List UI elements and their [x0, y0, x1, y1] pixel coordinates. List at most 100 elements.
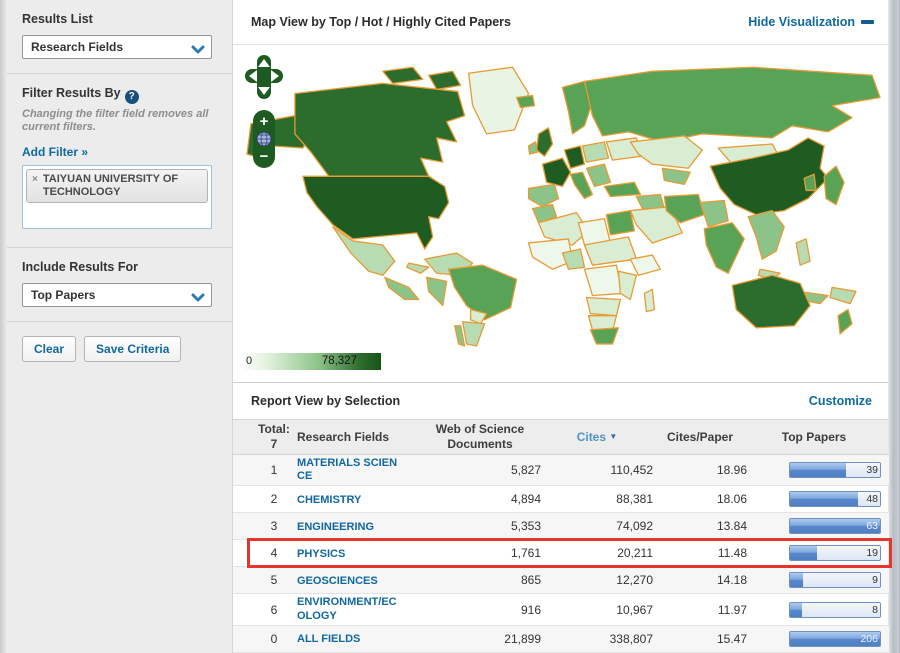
filter-note: Changing the filter field removes all cu…	[22, 107, 209, 134]
map-controls: + −	[245, 55, 285, 173]
row-top-papers-bar: 8	[789, 601, 881, 618]
row-cites-per-paper: 11.48	[717, 546, 747, 561]
row-rank: 4	[270, 546, 278, 561]
report-title: Report View by Selection	[251, 394, 401, 408]
table-header-row: Total: 7 Research Fields Web of Science …	[233, 419, 889, 455]
sidebar-edge	[0, 0, 7, 653]
table-row: 3 ENGINEERING 5,353 74,092 13.84 63	[233, 513, 889, 541]
save-criteria-button[interactable]: Save Criteria	[84, 336, 182, 362]
legend-min-label: 0	[246, 355, 253, 367]
row-docs: 4,894	[510, 492, 541, 507]
col-header-total: Total: 7	[258, 422, 290, 451]
row-field-link[interactable]: GEOSCIENCES	[297, 575, 378, 588]
row-cites: 338,807	[609, 631, 653, 646]
map-header: Map View by Top / Hot / Highly Cited Pap…	[233, 0, 888, 45]
row-top-papers-value: 8	[872, 603, 878, 616]
row-cites-per-paper: 18.96	[716, 463, 747, 478]
clear-button[interactable]: Clear	[22, 336, 77, 362]
zoom-control[interactable]: + −	[253, 110, 275, 168]
customize-link[interactable]: Customize	[809, 394, 872, 408]
zoom-in-icon: +	[260, 113, 269, 130]
row-top-papers-bar: 63	[789, 518, 881, 535]
table-row: 2 CHEMISTRY 4,894 88,381 18.06 48	[233, 486, 889, 514]
row-docs: 21,899	[504, 631, 541, 646]
row-field-link[interactable]: ALL FIELDS	[297, 633, 360, 646]
zoom-out-icon: −	[260, 148, 269, 165]
minus-icon	[861, 20, 874, 24]
row-top-papers-value: 206	[860, 632, 878, 645]
row-top-papers-value: 39	[866, 464, 878, 477]
row-top-papers-bar: 9	[789, 572, 881, 589]
help-icon[interactable]: ?	[124, 89, 139, 104]
add-filter-link[interactable]: Add Filter »	[22, 145, 88, 159]
col-header-cites-per-paper: Cites/Paper	[666, 430, 734, 444]
app-window: Results List Research Fields Filter Resu…	[0, 0, 900, 653]
map-legend: 0 78,327	[233, 348, 888, 382]
row-docs: 916	[520, 602, 541, 617]
results-list-dropdown[interactable]: Research Fields	[22, 35, 212, 59]
legend-gradient-bar: 0 78,327	[243, 353, 381, 370]
row-cites-per-paper: 13.84	[716, 519, 747, 534]
filter-tag[interactable]: × TAIYUAN UNIVERSITY OF TECHNOLOGY	[26, 169, 208, 204]
row-cites: 74,092	[616, 519, 653, 534]
results-list-heading: Results List	[22, 12, 93, 26]
include-results-dropdown[interactable]: Top Papers	[22, 283, 212, 307]
row-docs: 5,827	[510, 463, 541, 478]
row-rank: 5	[270, 573, 278, 588]
filter-box: × TAIYUAN UNIVERSITY OF TECHNOLOGY	[22, 165, 212, 229]
filter-tag-label: TAIYUAN UNIVERSITY OF TECHNOLOGY	[42, 173, 179, 199]
include-results-section: Include Results For Top Papers	[0, 248, 232, 322]
col-header-cites-sort[interactable]: Cites ▼	[541, 430, 653, 444]
row-rank: 1	[270, 463, 278, 478]
row-field-link[interactable]: PHYSICS	[297, 548, 345, 561]
row-cites-per-paper: 11.97	[717, 602, 747, 617]
report-table: Total: 7 Research Fields Web of Science …	[233, 419, 892, 653]
include-results-dropdown-value: Top Papers	[31, 288, 96, 302]
row-docs: 1,761	[510, 546, 541, 561]
table-row: 0 ALL FIELDS 21,899 338,807 15.47 206	[233, 625, 889, 653]
row-docs: 865	[520, 573, 541, 588]
row-field-link[interactable]: ENVIRONMENT/ECOLOGY	[297, 596, 399, 622]
row-top-papers-bar-fill	[790, 573, 803, 588]
results-list-dropdown-value: Research Fields	[31, 40, 124, 54]
chevron-down-icon	[191, 290, 205, 302]
table-body: 1 MATERIALS SCIENCE 5,827 110,452 18.96 …	[233, 455, 892, 653]
row-top-papers-bar: 206	[789, 630, 881, 647]
row-cites: 20,211	[617, 546, 653, 561]
table-row: 5 GEOSCIENCES 865 12,270 14.18 9	[233, 567, 889, 595]
row-top-papers-bar: 39	[789, 462, 881, 479]
choropleth-map-svg[interactable]	[233, 45, 888, 348]
row-top-papers-bar-fill	[790, 602, 802, 617]
row-field-link[interactable]: MATERIALS SCIENCE	[297, 457, 399, 483]
sidebar-actions: Clear Save Criteria	[0, 322, 232, 362]
include-results-heading: Include Results For	[22, 260, 138, 274]
row-top-papers-bar: 48	[789, 491, 881, 508]
row-top-papers-bar: 19	[789, 545, 881, 562]
row-field-link[interactable]: CHEMISTRY	[297, 494, 361, 507]
hide-visualization-label: Hide Visualization	[748, 15, 855, 29]
col-header-research-fields: Research Fields	[297, 430, 390, 444]
sort-descending-icon: ▼	[609, 432, 618, 441]
row-docs: 5,353	[510, 519, 541, 534]
table-row: 4 PHYSICS 1,761 20,211 11.48 19	[233, 538, 892, 569]
table-row: 6 ENVIRONMENT/ECOLOGY 916 10,967 11.97 8	[233, 594, 889, 626]
row-cites-per-paper: 18.06	[716, 492, 747, 507]
col-header-documents: Web of Science Documents	[435, 422, 525, 451]
row-cites-per-paper: 15.47	[716, 631, 747, 646]
row-top-papers-value: 63	[866, 520, 878, 533]
remove-filter-icon[interactable]: ×	[32, 173, 38, 186]
row-cites: 88,381	[616, 492, 653, 507]
row-field-link[interactable]: ENGINEERING	[297, 521, 374, 534]
hide-visualization-link[interactable]: Hide Visualization	[748, 15, 874, 29]
row-top-papers-bar-fill	[790, 463, 846, 478]
row-top-papers-value: 19	[866, 547, 878, 560]
report-header: Report View by Selection Customize	[233, 383, 888, 419]
row-rank: 0	[270, 631, 278, 646]
row-cites-per-paper: 14.18	[716, 573, 747, 588]
pan-control[interactable]	[245, 55, 283, 99]
chevron-down-icon	[191, 42, 205, 54]
world-map[interactable]: + −	[233, 45, 888, 348]
row-top-papers-value: 48	[866, 493, 878, 506]
vertical-scrollbar[interactable]	[888, 0, 900, 653]
legend-max-label: 78,327	[321, 355, 357, 367]
